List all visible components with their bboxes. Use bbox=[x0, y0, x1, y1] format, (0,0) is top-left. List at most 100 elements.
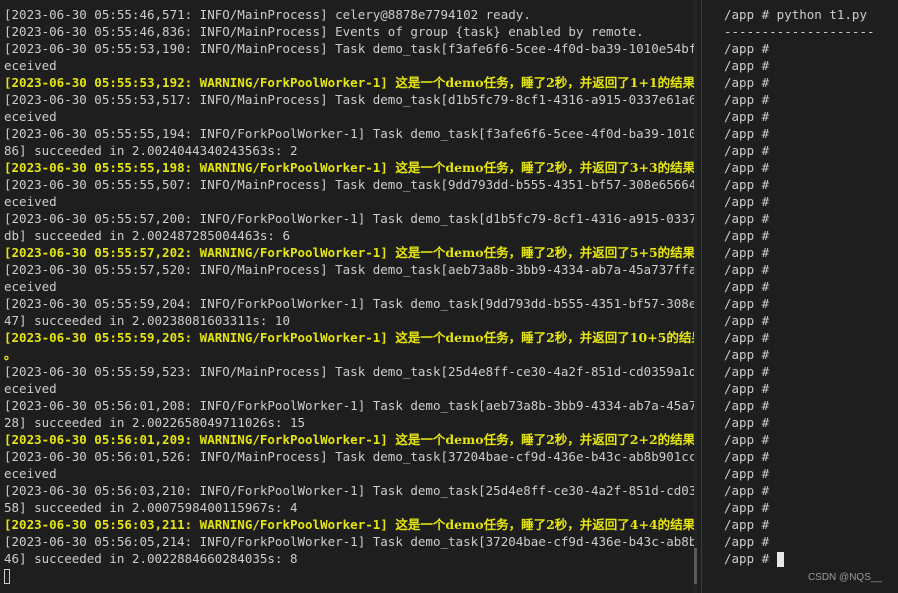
log-line: eceived bbox=[4, 57, 694, 74]
prompt-line: /app # bbox=[724, 398, 770, 413]
active-prompt: /app # bbox=[724, 551, 777, 566]
log-line: eceived bbox=[4, 193, 694, 210]
prompt-line: /app # bbox=[724, 483, 770, 498]
prompt-line: /app # bbox=[724, 92, 770, 107]
prompt-line: /app # bbox=[724, 330, 770, 345]
prompt-line: /app # bbox=[724, 194, 770, 209]
log-text: [2023-06-30 05:55:57,200: INFO/ForkPoolW… bbox=[4, 211, 694, 226]
prompt-line: /app # bbox=[724, 109, 770, 124]
prompt-line: /app # bbox=[724, 228, 770, 243]
log-text: [2023-06-30 05:55:55,194: INFO/ForkPoolW… bbox=[4, 126, 694, 141]
watermark: CSDN @NQS__ bbox=[807, 572, 882, 583]
log-text: [2023-06-30 05:56:03,210: INFO/ForkPoolW… bbox=[4, 483, 694, 498]
prompt-line: /app # bbox=[724, 313, 770, 328]
log-line-warning: [2023-06-30 05:55:57,202: WARNING/ForkPo… bbox=[4, 244, 694, 261]
log-text: db] succeeded in 2.002487285004463s: 6 bbox=[4, 228, 290, 243]
log-text: [2023-06-30 05:55:57,520: INFO/MainProce… bbox=[4, 262, 694, 277]
log-message-zh: 这是一个demo任务，睡了2秒，并返回了1+1的结果。 bbox=[395, 75, 694, 90]
log-text: eceived bbox=[4, 109, 57, 124]
log-text: eceived bbox=[4, 194, 57, 209]
prompt-line: /app # bbox=[724, 245, 770, 260]
log-line: [2023-06-30 05:55:46,836: INFO/MainProce… bbox=[4, 23, 694, 40]
log-line-warning: [2023-06-30 05:55:55,198: WARNING/ForkPo… bbox=[4, 159, 694, 176]
left-scrollbar[interactable] bbox=[694, 0, 697, 593]
log-line: [2023-06-30 05:55:59,523: INFO/MainProce… bbox=[4, 363, 694, 380]
prompt-line: /app # bbox=[724, 534, 770, 549]
log-text: [2023-06-30 05:55:55,198: WARNING/ForkPo… bbox=[4, 160, 396, 175]
log-line: eceived bbox=[4, 465, 694, 482]
log-text: [2023-06-30 05:56:03,211: WARNING/ForkPo… bbox=[4, 517, 396, 532]
active-prompt-line[interactable]: /app # bbox=[724, 550, 875, 567]
log-line: [2023-06-30 05:55:57,520: INFO/MainProce… bbox=[4, 261, 694, 278]
log-line: [2023-06-30 05:55:59,204: INFO/ForkPoolW… bbox=[4, 295, 694, 312]
log-message-zh: 这是一个demo任务，睡了2秒，并返回了5+5的结果。 bbox=[395, 245, 694, 260]
log-line: [2023-06-30 05:55:55,194: INFO/ForkPoolW… bbox=[4, 125, 694, 142]
log-line: [2023-06-30 05:56:01,208: INFO/ForkPoolW… bbox=[4, 397, 694, 414]
log-text: [2023-06-30 05:55:59,523: INFO/MainProce… bbox=[4, 364, 694, 379]
text-cursor bbox=[4, 569, 10, 584]
log-text: [2023-06-30 05:55:46,571: INFO/MainProce… bbox=[4, 7, 531, 22]
log-text: [2023-06-30 05:56:01,526: INFO/MainProce… bbox=[4, 449, 694, 464]
right-terminal-pane[interactable]: /app # python t1.py --------------------… bbox=[702, 0, 898, 593]
log-line: [2023-06-30 05:55:53,517: INFO/MainProce… bbox=[4, 91, 694, 108]
log-text: 46] succeeded in 2.0022884660284035s: 8 bbox=[4, 551, 298, 566]
log-text: eceived bbox=[4, 466, 57, 481]
log-text: [2023-06-30 05:56:01,209: WARNING/ForkPo… bbox=[4, 432, 396, 447]
text-cursor bbox=[776, 552, 784, 567]
log-line-warning: [2023-06-30 05:56:01,209: WARNING/ForkPo… bbox=[4, 431, 694, 448]
log-text: eceived bbox=[4, 381, 57, 396]
left-scrollbar-thumb[interactable] bbox=[694, 548, 697, 584]
prompt-line: /app # bbox=[724, 58, 770, 73]
log-text: [2023-06-30 05:55:53,517: INFO/MainProce… bbox=[4, 92, 694, 107]
log-text: eceived bbox=[4, 279, 57, 294]
prompt-line: /app # bbox=[724, 160, 770, 175]
prompt-line: /app # bbox=[724, 466, 770, 481]
prompt-line: /app # bbox=[724, 126, 770, 141]
input-line[interactable] bbox=[4, 567, 694, 584]
prompt-line: /app # bbox=[724, 211, 770, 226]
log-text: [2023-06-30 05:55:46,836: INFO/MainProce… bbox=[4, 24, 644, 39]
prompt-line: /app # bbox=[724, 177, 770, 192]
log-text: 47] succeeded in 2.00238081603311s: 10 bbox=[4, 313, 290, 328]
left-terminal-pane[interactable]: [2023-06-30 05:55:46,571: INFO/MainProce… bbox=[0, 0, 697, 593]
prompt-line: /app # bbox=[724, 381, 770, 396]
log-line-warning: 。 bbox=[4, 346, 694, 363]
log-text: [2023-06-30 05:55:59,205: WARNING/ForkPo… bbox=[4, 330, 396, 345]
prompt-line: /app # bbox=[724, 347, 770, 362]
log-line: [2023-06-30 05:55:57,200: INFO/ForkPoolW… bbox=[4, 210, 694, 227]
command-line: /app # python t1.py bbox=[724, 7, 867, 22]
log-line: [2023-06-30 05:55:55,507: INFO/MainProce… bbox=[4, 176, 694, 193]
prompt-line: /app # bbox=[724, 500, 770, 515]
log-text: 28] succeeded in 2.0022658049711026s: 15 bbox=[4, 415, 306, 430]
separator-line: -------------------- bbox=[724, 24, 875, 39]
log-text: [2023-06-30 05:55:59,204: INFO/ForkPoolW… bbox=[4, 296, 694, 311]
log-text: 。 bbox=[4, 347, 17, 362]
log-text: [2023-06-30 05:55:53,190: INFO/MainProce… bbox=[4, 41, 694, 56]
prompt-line: /app # bbox=[724, 279, 770, 294]
log-text: [2023-06-30 05:56:05,214: INFO/ForkPoolW… bbox=[4, 534, 694, 549]
prompt-line: /app # bbox=[724, 75, 770, 90]
log-line: [2023-06-30 05:55:53,190: INFO/MainProce… bbox=[4, 40, 694, 57]
prompt-line: /app # bbox=[724, 143, 770, 158]
prompt-line: /app # bbox=[724, 449, 770, 464]
prompt-line: /app # bbox=[724, 364, 770, 379]
log-line: 86] succeeded in 2.0024044340243563s: 2 bbox=[4, 142, 694, 159]
log-message-zh: 这是一个demo任务，睡了2秒，并返回了4+4的结果。 bbox=[395, 517, 694, 532]
log-line: [2023-06-30 05:56:01,526: INFO/MainProce… bbox=[4, 448, 694, 465]
log-text: [2023-06-30 05:56:01,208: INFO/ForkPoolW… bbox=[4, 398, 694, 413]
log-message-zh: 这是一个demo任务，睡了2秒，并返回了10+5的结果 bbox=[395, 330, 694, 345]
log-line: [2023-06-30 05:56:03,210: INFO/ForkPoolW… bbox=[4, 482, 694, 499]
log-message-zh: 这是一个demo任务，睡了2秒，并返回了2+2的结果。 bbox=[395, 432, 694, 447]
log-line: [2023-06-30 05:56:05,214: INFO/ForkPoolW… bbox=[4, 533, 694, 550]
prompt-line: /app # bbox=[724, 517, 770, 532]
log-line: 46] succeeded in 2.0022884660284035s: 8 bbox=[4, 550, 694, 567]
prompt-line: /app # bbox=[724, 262, 770, 277]
prompt-line: /app # bbox=[724, 432, 770, 447]
log-line: eceived bbox=[4, 278, 694, 295]
log-line: [2023-06-30 05:55:46,571: INFO/MainProce… bbox=[4, 6, 694, 23]
log-text: eceived bbox=[4, 58, 57, 73]
log-text: [2023-06-30 05:55:53,192: WARNING/ForkPo… bbox=[4, 75, 396, 90]
log-line: 28] succeeded in 2.0022658049711026s: 15 bbox=[4, 414, 694, 431]
log-text: [2023-06-30 05:55:55,507: INFO/MainProce… bbox=[4, 177, 694, 192]
log-line: 58] succeeded in 2.0007598400115967s: 4 bbox=[4, 499, 694, 516]
